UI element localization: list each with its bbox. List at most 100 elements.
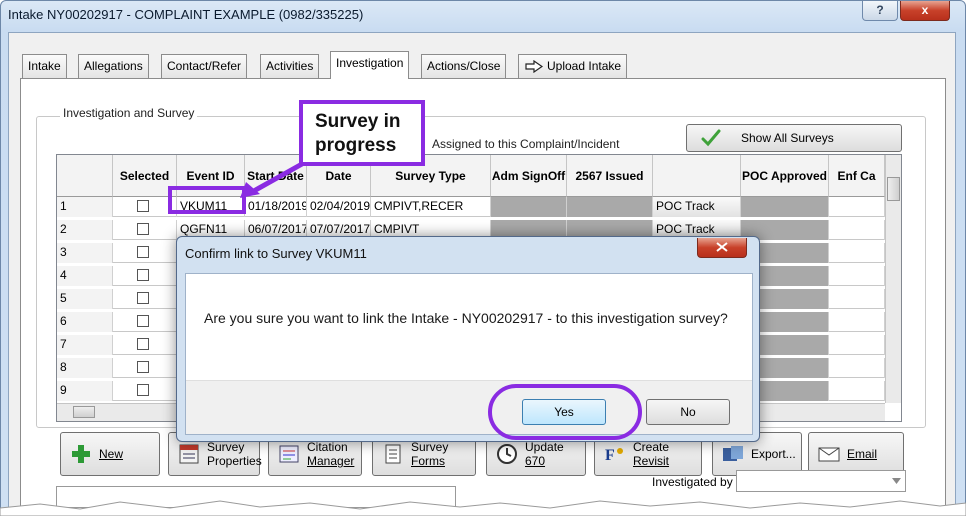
exit-cell: 02/04/2019	[307, 197, 371, 217]
enf-cell	[829, 243, 885, 263]
selected-cell	[113, 335, 177, 355]
title-bar: Intake NY00202917 - COMPLAINT EXAMPLE (0…	[0, 0, 964, 30]
tab-upload-intake[interactable]: Upload Intake	[518, 54, 628, 78]
select-checkbox[interactable]	[137, 292, 149, 304]
start-cell: 01/18/2019	[245, 197, 307, 217]
row-number: 1	[57, 197, 113, 217]
selected-cell	[113, 289, 177, 309]
citation-icon	[279, 445, 299, 463]
revisit-icon: F	[605, 447, 623, 464]
dialog-close-button[interactable]	[697, 238, 747, 258]
investigated-by-label: Investigated by	[652, 475, 733, 489]
arrow-right-icon	[525, 60, 543, 73]
close-icon	[716, 242, 728, 252]
row-number: 2	[57, 220, 113, 240]
chevron-down-icon	[892, 478, 901, 484]
row-number: 4	[57, 266, 113, 286]
close-window-button[interactable]: x	[900, 1, 950, 21]
tab-investigation[interactable]: Investigation	[330, 51, 410, 79]
row-header-corner	[57, 155, 113, 197]
annotation-callout: Survey in progress	[299, 100, 425, 166]
citation-manager-label: Citation Manager	[307, 440, 355, 468]
row-number: 3	[57, 243, 113, 263]
horizontal-scroll-thumb[interactable]	[73, 406, 95, 418]
col-header-enf[interactable]: Enf Ca	[829, 155, 885, 197]
tab-upload-intake-label: Upload Intake	[547, 59, 622, 73]
vertical-scroll-thumb[interactable]	[887, 177, 900, 201]
row-number: 6	[57, 312, 113, 332]
enf-cell	[829, 381, 885, 401]
row-number: 5	[57, 289, 113, 309]
enf-cell	[829, 220, 885, 240]
help-button[interactable]: ?	[862, 1, 898, 21]
create-revisit-label: Create Revisit	[633, 440, 670, 468]
type-cell: CMPIVT,RECER	[371, 197, 491, 217]
enf-cell	[829, 335, 885, 355]
select-checkbox[interactable]	[137, 384, 149, 396]
col-header-adm-signoff[interactable]: Adm SignOff	[491, 155, 567, 197]
new-button[interactable]: New	[60, 432, 160, 476]
select-checkbox[interactable]	[137, 361, 149, 373]
dialog-body: Are you sure you want to link the Intake…	[185, 273, 753, 435]
survey-forms-label: Survey Forms	[411, 440, 449, 468]
assigned-label: Assigned to this Complaint/Incident	[432, 137, 620, 151]
tab-intake[interactable]: Intake	[22, 54, 67, 78]
yes-button-highlight	[488, 384, 642, 440]
checkmark-pencil-icon	[701, 129, 721, 147]
select-checkbox[interactable]	[137, 338, 149, 350]
no-button[interactable]: No	[646, 399, 730, 425]
adm-cell	[491, 197, 567, 217]
select-checkbox[interactable]	[137, 200, 149, 212]
export-icon	[723, 446, 743, 461]
row-number: 8	[57, 358, 113, 378]
selected-cell	[113, 358, 177, 378]
group-label: Investigation and Survey	[60, 106, 198, 120]
plus-icon	[72, 445, 90, 463]
svg-text:F: F	[605, 447, 615, 464]
col-header-poc-track[interactable]	[653, 155, 741, 197]
survey-properties-label: Survey Properties	[207, 440, 262, 468]
selected-cell	[113, 381, 177, 401]
poc-track-button[interactable]: POC Track	[653, 197, 741, 217]
col-header-2567-issued[interactable]: 2567 Issued	[567, 155, 653, 197]
tab-activities[interactable]: Activities	[260, 54, 320, 78]
show-all-surveys-button[interactable]: Show All Surveys	[686, 124, 902, 152]
selected-cell	[113, 220, 177, 240]
dialog-message: Are you sure you want to link the Intake…	[204, 310, 728, 326]
col-header-poc-approved[interactable]: POC Approved	[741, 155, 829, 197]
select-checkbox[interactable]	[137, 269, 149, 281]
row-number: 7	[57, 335, 113, 355]
email-label: Email	[847, 447, 878, 461]
appr-cell	[741, 197, 829, 217]
enf-cell	[829, 197, 885, 217]
export-label: Export...	[751, 447, 796, 461]
clock-icon	[497, 444, 517, 464]
dialog-footer: Yes No	[186, 380, 752, 434]
window-title: Intake NY00202917 - COMPLAINT EXAMPLE (0…	[8, 7, 364, 22]
properties-icon	[179, 444, 199, 464]
select-checkbox[interactable]	[137, 315, 149, 327]
dialog-title: Confirm link to Survey VKUM11	[185, 246, 367, 261]
torn-edge	[0, 500, 966, 516]
event-id-highlight	[168, 186, 246, 214]
annotation-arrow	[240, 161, 304, 198]
iss-cell	[567, 197, 653, 217]
tab-actions-close[interactable]: Actions/Close	[421, 54, 507, 78]
select-checkbox[interactable]	[137, 223, 149, 235]
new-label: New	[99, 447, 124, 461]
confirm-dialog: Confirm link to Survey VKUM11 Are you su…	[176, 236, 760, 442]
update-670-label: Update 670	[525, 440, 564, 468]
select-checkbox[interactable]	[137, 246, 149, 258]
enf-cell	[829, 358, 885, 378]
enf-cell	[829, 289, 885, 309]
investigated-by-select[interactable]	[736, 470, 906, 492]
tab-contact-refer[interactable]: Contact/Refer	[161, 54, 248, 78]
enf-cell	[829, 266, 885, 286]
selected-cell	[113, 266, 177, 286]
tab-allegations[interactable]: Allegations	[78, 54, 149, 78]
show-all-surveys-label: Show All Surveys	[741, 131, 834, 145]
selected-cell	[113, 312, 177, 332]
row-number: 9	[57, 381, 113, 401]
forms-icon	[385, 444, 401, 464]
enf-cell	[829, 312, 885, 332]
